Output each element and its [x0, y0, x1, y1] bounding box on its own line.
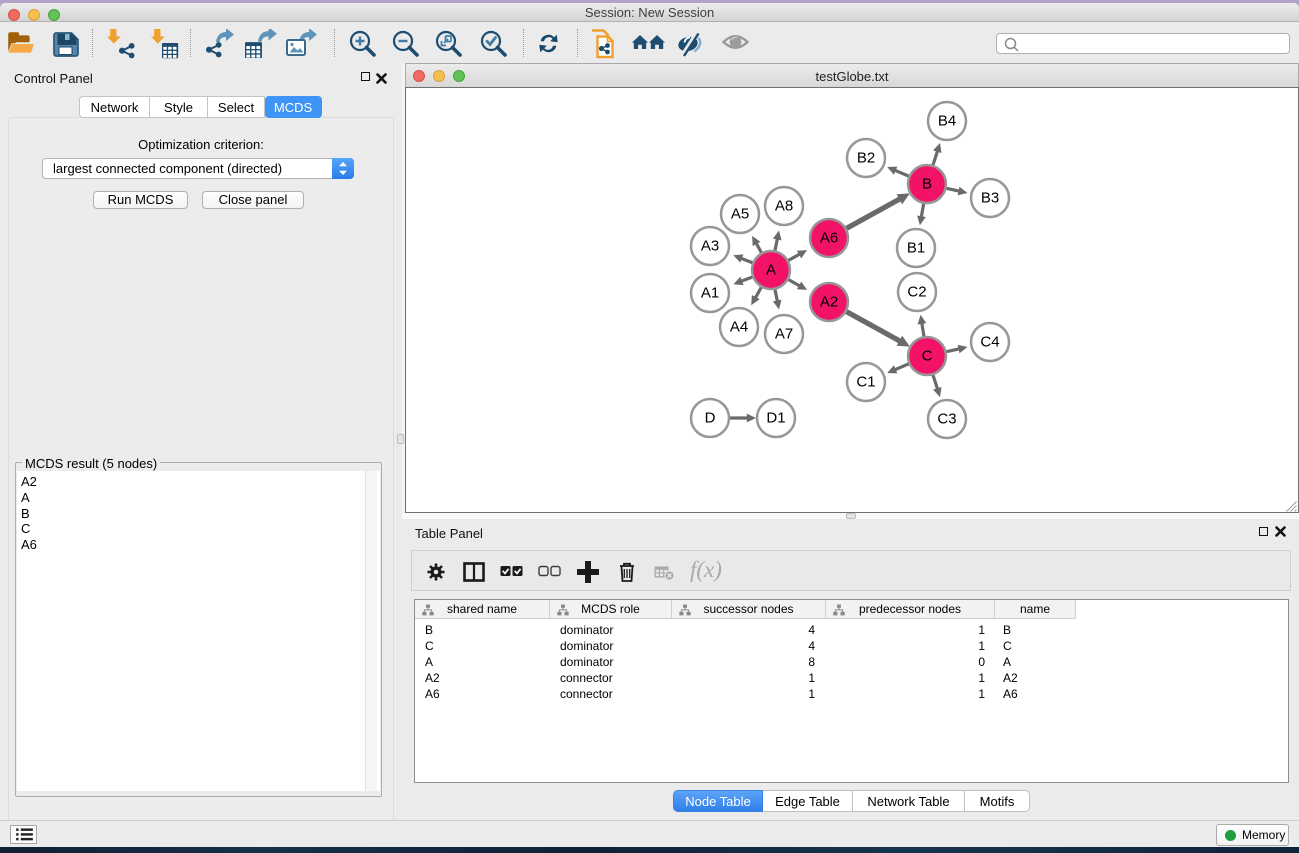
svg-text:A2: A2 [820, 294, 838, 311]
svg-text:B: B [922, 176, 932, 193]
svg-text:D: D [705, 410, 716, 427]
svg-text:A6: A6 [820, 230, 838, 247]
svg-text:C: C [922, 348, 933, 365]
svg-text:A: A [766, 262, 776, 279]
svg-text:A3: A3 [701, 238, 719, 255]
svg-text:A1: A1 [701, 285, 719, 302]
svg-text:A7: A7 [775, 326, 793, 343]
svg-text:C4: C4 [980, 334, 999, 351]
svg-text:C3: C3 [937, 411, 956, 428]
svg-text:B2: B2 [857, 150, 875, 167]
svg-text:A8: A8 [775, 198, 793, 215]
svg-text:B1: B1 [907, 240, 925, 257]
svg-text:C2: C2 [907, 284, 926, 301]
svg-text:A5: A5 [731, 206, 749, 223]
svg-text:B3: B3 [981, 190, 999, 207]
svg-text:A4: A4 [730, 319, 748, 336]
svg-text:C1: C1 [856, 374, 875, 391]
svg-text:f(x): f(x) [690, 560, 722, 582]
svg-text:B4: B4 [938, 113, 956, 130]
svg-text:D1: D1 [766, 410, 785, 427]
